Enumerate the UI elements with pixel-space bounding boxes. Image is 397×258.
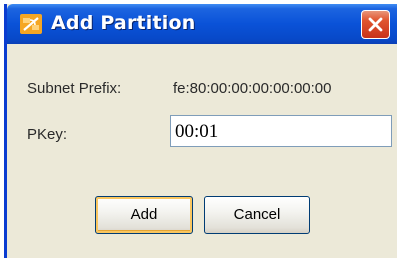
title-bar[interactable]: Add Partition — [7, 4, 397, 44]
close-icon — [368, 17, 383, 32]
subnet-prefix-label: Subnet Prefix: — [27, 80, 122, 97]
partition-app-icon — [20, 14, 42, 34]
close-button[interactable] — [361, 10, 390, 39]
add-partition-dialog: Add Partition Subnet Prefix: fe:80:00:00… — [4, 4, 397, 258]
add-button[interactable]: Add — [95, 196, 193, 234]
subnet-prefix-value: fe:80:00:00:00:00:00:00 — [173, 80, 332, 97]
cancel-button[interactable]: Cancel — [204, 196, 310, 234]
dialog-title: Add Partition — [51, 12, 196, 34]
pkey-label: PKey: — [27, 126, 68, 143]
pkey-input[interactable] — [170, 115, 392, 147]
